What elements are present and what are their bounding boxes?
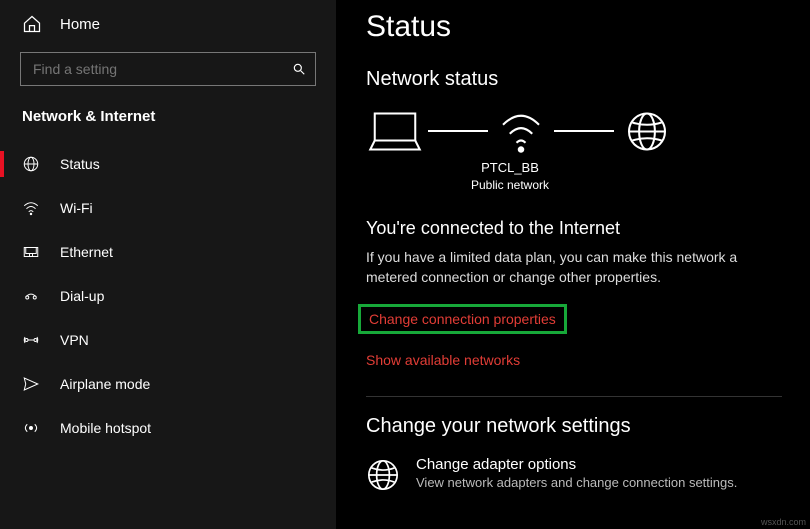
search-icon xyxy=(292,62,306,76)
sidebar-item-label: VPN xyxy=(60,332,89,348)
sidebar-item-label: Dial-up xyxy=(60,288,104,304)
adapter-subtitle: View network adapters and change connect… xyxy=(416,475,737,490)
airplane-icon xyxy=(22,375,40,393)
sidebar-item-label: Airplane mode xyxy=(60,376,150,392)
search-container xyxy=(20,52,316,86)
hotspot-icon xyxy=(22,419,40,437)
network-ssid: PTCL_BB xyxy=(370,159,650,177)
change-adapter-options[interactable]: Change adapter options View network adap… xyxy=(366,456,782,492)
connection-line xyxy=(428,130,488,132)
sidebar-item-ethernet[interactable]: Ethernet xyxy=(0,231,336,273)
sidebar-item-hotspot[interactable]: Mobile hotspot xyxy=(0,407,336,449)
show-available-networks-link[interactable]: Show available networks xyxy=(366,352,520,368)
network-type: Public network xyxy=(370,177,650,194)
divider xyxy=(366,396,782,397)
sidebar-item-vpn[interactable]: VPN xyxy=(0,319,336,361)
network-diagram xyxy=(366,109,782,153)
globe-internet-icon xyxy=(620,109,674,153)
main-content: Status Network status PTCL_BB Public net… xyxy=(338,0,810,529)
adapter-globe-icon xyxy=(366,458,400,492)
sidebar-item-status[interactable]: Status xyxy=(0,143,336,185)
sidebar-item-label: Status xyxy=(60,156,100,172)
globe-icon xyxy=(22,155,40,173)
home-icon xyxy=(22,14,42,34)
network-status-heading: Network status xyxy=(366,68,782,91)
sidebar-item-airplane[interactable]: Airplane mode xyxy=(0,363,336,405)
home-nav[interactable]: Home xyxy=(0,0,336,48)
watermark: wsxdn.com xyxy=(761,517,806,527)
adapter-title: Change adapter options xyxy=(416,456,737,473)
connected-description: If you have a limited data plan, you can… xyxy=(366,247,782,288)
search-input[interactable] xyxy=(20,52,316,86)
sidebar-item-label: Wi-Fi xyxy=(60,200,93,216)
section-title: Network & Internet xyxy=(0,102,336,143)
change-connection-properties-link[interactable]: Change connection properties xyxy=(358,304,567,334)
wifi-router-icon xyxy=(494,109,548,153)
wifi-icon xyxy=(22,199,40,217)
network-label: PTCL_BB Public network xyxy=(370,159,650,194)
page-title: Status xyxy=(366,10,782,44)
sidebar-item-label: Ethernet xyxy=(60,244,113,260)
sidebar-item-dialup[interactable]: Dial-up xyxy=(0,275,336,317)
change-settings-heading: Change your network settings xyxy=(366,415,782,438)
dialup-icon xyxy=(22,287,40,305)
sidebar-item-wifi[interactable]: Wi-Fi xyxy=(0,187,336,229)
sidebar: Home Network & Internet Status Wi-Fi Eth… xyxy=(0,0,338,529)
adapter-text: Change adapter options View network adap… xyxy=(416,456,737,490)
computer-icon xyxy=(368,109,422,153)
connection-line xyxy=(554,130,614,132)
sidebar-item-label: Mobile hotspot xyxy=(60,420,151,436)
home-label: Home xyxy=(60,16,100,33)
vpn-icon xyxy=(22,331,40,349)
ethernet-icon xyxy=(22,243,40,261)
connected-heading: You're connected to the Internet xyxy=(366,218,782,239)
